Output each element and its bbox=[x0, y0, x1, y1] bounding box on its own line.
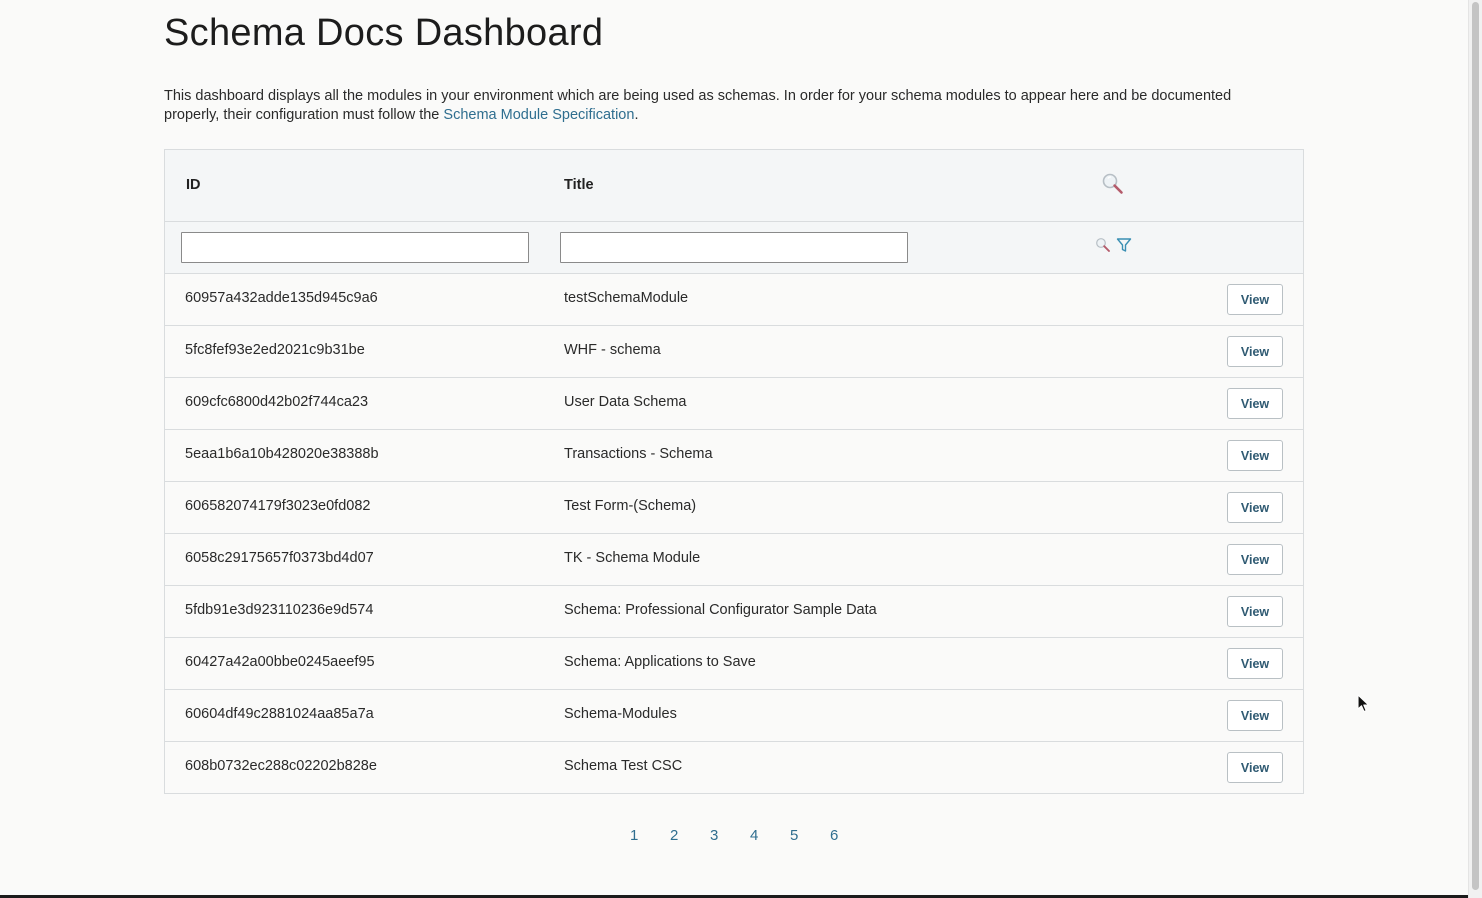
page-link-6[interactable]: 6 bbox=[830, 827, 870, 844]
row-title: Test Form-(Schema) bbox=[564, 498, 697, 514]
view-button[interactable]: View bbox=[1227, 440, 1283, 471]
row-id: 6058c29175657f0373bd4d07 bbox=[185, 550, 374, 566]
filter-row bbox=[165, 222, 1303, 274]
table-row: 60604df49c2881024aa85a7a Schema-Modules … bbox=[165, 690, 1303, 742]
table-row: 60427a42a00bbe0245aeef95 Schema: Applica… bbox=[165, 638, 1303, 690]
view-button[interactable]: View bbox=[1227, 492, 1283, 523]
row-id: 608b0732ec288c02202b828e bbox=[185, 758, 377, 774]
row-title: testSchemaModule bbox=[564, 290, 689, 306]
mouse-cursor-icon bbox=[1357, 694, 1371, 714]
row-id: 60957a432adde135d945c9a6 bbox=[185, 290, 378, 306]
row-id: 5fc8fef93e2ed2021c9b31be bbox=[185, 342, 365, 358]
page-link-4[interactable]: 4 bbox=[750, 827, 790, 844]
table-row: 5fc8fef93e2ed2021c9b31be WHF - schema Vi… bbox=[165, 326, 1303, 378]
row-id: 606582074179f3023e0fd082 bbox=[185, 498, 371, 514]
schema-spec-link[interactable]: Schema Module Specification bbox=[443, 107, 634, 123]
row-id: 5eaa1b6a10b428020e38388b bbox=[185, 446, 379, 462]
view-button[interactable]: View bbox=[1227, 336, 1283, 367]
table-row: 609cfc6800d42b02f744ca23 User Data Schem… bbox=[165, 378, 1303, 430]
pagination: 1 2 3 4 5 6 bbox=[630, 827, 870, 844]
page-link-3[interactable]: 3 bbox=[710, 827, 750, 844]
row-id: 5fdb91e3d923110236e9d574 bbox=[185, 602, 374, 618]
row-title: Schema-Modules bbox=[564, 706, 677, 722]
view-button[interactable]: View bbox=[1227, 284, 1283, 315]
table-row: 60957a432adde135d945c9a6 testSchemaModul… bbox=[165, 274, 1303, 326]
view-button[interactable]: View bbox=[1227, 700, 1283, 731]
table-row: 5eaa1b6a10b428020e38388b Transactions - … bbox=[165, 430, 1303, 482]
page-link-1[interactable]: 1 bbox=[630, 827, 670, 844]
row-title: User Data Schema bbox=[564, 394, 687, 410]
view-button[interactable]: View bbox=[1227, 596, 1283, 627]
search-icon[interactable] bbox=[1095, 237, 1111, 253]
page-link-2[interactable]: 2 bbox=[670, 827, 710, 844]
search-icon[interactable] bbox=[1101, 172, 1125, 196]
row-id: 60604df49c2881024aa85a7a bbox=[185, 706, 374, 722]
vertical-scrollbar[interactable] bbox=[1468, 0, 1482, 898]
view-button[interactable]: View bbox=[1227, 752, 1283, 783]
view-button[interactable]: View bbox=[1227, 388, 1283, 419]
page-description: This dashboard displays all the modules … bbox=[164, 87, 1284, 125]
view-button[interactable]: View bbox=[1227, 648, 1283, 679]
row-id: 60427a42a00bbe0245aeef95 bbox=[185, 654, 375, 670]
row-title: TK - Schema Module bbox=[564, 550, 701, 566]
page-title: Schema Docs Dashboard bbox=[164, 12, 604, 54]
description-text: This dashboard displays all the modules … bbox=[164, 88, 1232, 123]
page: Schema Docs Dashboard This dashboard dis… bbox=[0, 0, 1482, 898]
table-row: 6058c29175657f0373bd4d07 TK - Schema Mod… bbox=[165, 534, 1303, 586]
table-row: 608b0732ec288c02202b828e Schema Test CSC… bbox=[165, 742, 1303, 793]
row-title: Schema: Applications to Save bbox=[564, 654, 756, 670]
view-button[interactable]: View bbox=[1227, 544, 1283, 575]
scrollbar-thumb[interactable] bbox=[1472, 2, 1479, 890]
table-row: 606582074179f3023e0fd082 Test Form-(Sche… bbox=[165, 482, 1303, 534]
id-filter-input[interactable] bbox=[181, 232, 529, 263]
row-title: Schema Test CSC bbox=[564, 758, 683, 774]
row-title: Schema: Professional Configurator Sample… bbox=[564, 602, 877, 618]
page-link-5[interactable]: 5 bbox=[790, 827, 830, 844]
funnel-icon[interactable] bbox=[1116, 237, 1132, 253]
description-suffix: . bbox=[634, 107, 639, 123]
column-header-id[interactable]: ID bbox=[186, 177, 201, 193]
schema-table: ID Title 60957a432adde135d945c9a6 testSc… bbox=[164, 149, 1304, 794]
row-id: 609cfc6800d42b02f744ca23 bbox=[185, 394, 369, 410]
table-body: 60957a432adde135d945c9a6 testSchemaModul… bbox=[165, 274, 1303, 793]
row-title: WHF - schema bbox=[564, 342, 661, 358]
column-header-title[interactable]: Title bbox=[564, 177, 594, 193]
title-filter-input[interactable] bbox=[560, 232, 908, 263]
row-title: Transactions - Schema bbox=[564, 446, 713, 462]
table-header: ID Title bbox=[165, 150, 1303, 222]
table-row: 5fdb91e3d923110236e9d574 Schema: Profess… bbox=[165, 586, 1303, 638]
